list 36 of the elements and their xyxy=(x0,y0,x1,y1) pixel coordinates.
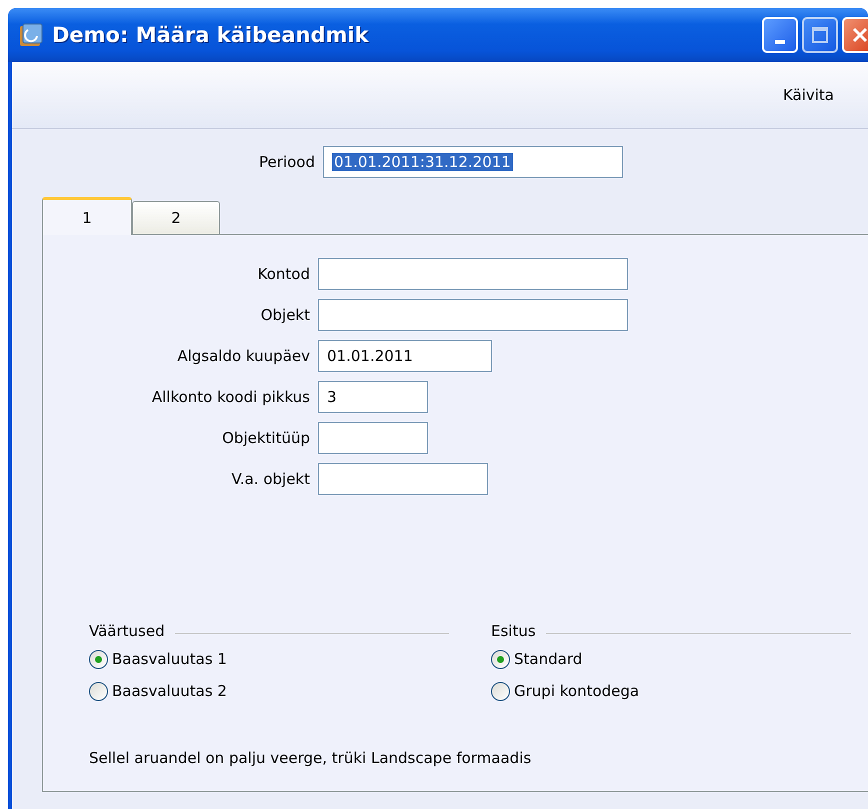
group-title: Esitus xyxy=(491,622,536,640)
field-label: V.a. objekt xyxy=(230,470,311,488)
info-text: Sellel aruandel on palju veerge, trüki Landscape formaadis xyxy=(88,748,532,769)
radio-button[interactable] xyxy=(491,650,510,668)
radio-button[interactable] xyxy=(491,682,510,700)
field-label: Allkonto koodi pikkus xyxy=(150,388,311,406)
tab[interactable]: 1 xyxy=(42,197,132,235)
input-field[interactable]: 01.01.2011:31.12.2011 xyxy=(323,146,623,178)
maximize-icon xyxy=(811,26,829,44)
window-title: Demo: Määra käibeandmik xyxy=(52,23,369,47)
radio-option[interactable]: Baasvaluutas 1 xyxy=(89,643,227,675)
input-field[interactable] xyxy=(318,298,628,330)
app-icon xyxy=(18,22,44,48)
maximize-button[interactable] xyxy=(802,17,838,53)
minimize-icon xyxy=(775,40,785,44)
close-icon xyxy=(851,26,868,44)
field-label: Periood xyxy=(258,152,316,170)
input-field[interactable] xyxy=(318,422,428,454)
input-field[interactable]: 01.01.2011 xyxy=(318,340,492,372)
radio-option[interactable]: Grupi kontodega xyxy=(491,675,640,707)
radio-button[interactable] xyxy=(89,682,108,700)
minimize-button[interactable] xyxy=(762,17,798,53)
radio-option[interactable]: Baasvaluutas 2 xyxy=(89,675,227,707)
field-label: Objektitüüp xyxy=(221,428,311,446)
group-title: Väärtused xyxy=(89,622,165,640)
field-label: Algsaldo kuupäev xyxy=(176,346,311,364)
field-label: Objekt xyxy=(260,306,311,324)
input-field[interactable] xyxy=(318,258,628,290)
radio-option[interactable]: Standard xyxy=(491,643,582,675)
input-field[interactable]: 3 xyxy=(318,380,428,412)
tab[interactable]: 2 xyxy=(132,201,220,234)
close-button[interactable] xyxy=(842,17,868,53)
input-field[interactable] xyxy=(318,462,488,494)
radio-button[interactable] xyxy=(89,650,108,668)
menu-item[interactable]: Käivita xyxy=(778,84,838,106)
field-label: Kontod xyxy=(256,264,311,282)
